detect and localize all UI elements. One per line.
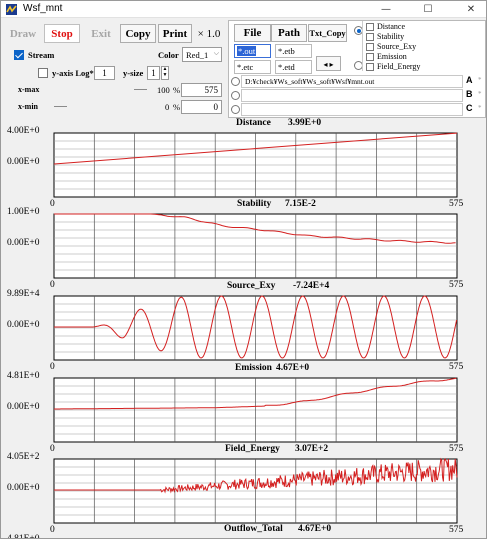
app-icon	[6, 4, 17, 15]
y-size-label: y-size	[123, 68, 144, 78]
signal-checkbox-field-energy[interactable]	[366, 63, 374, 71]
ext-etc-field[interactable]: *.etc	[234, 60, 271, 74]
stream-checkbox[interactable]	[14, 50, 24, 60]
path-star-c: *	[478, 104, 482, 112]
x-max-slider[interactable]	[134, 89, 147, 90]
txt-copy-button[interactable]: Txt_Copy	[308, 24, 347, 42]
ext-etd-field[interactable]: *.etd	[275, 60, 312, 74]
x-max-percent: 100	[157, 85, 170, 95]
ext-out-field[interactable]: *.out	[234, 44, 271, 58]
x-max-label: x-max	[18, 85, 40, 94]
copy-button[interactable]: Copy	[120, 24, 156, 43]
signal-label-emission: Emission	[377, 52, 407, 61]
path-radio-c[interactable]	[231, 105, 240, 114]
maximize-button[interactable]: ☐	[414, 1, 442, 18]
x-max-input[interactable]: 575	[181, 83, 222, 97]
y-axis-log-label: y-axis Log*	[52, 68, 94, 78]
plots-svg	[53, 132, 458, 524]
nav-arrows-button[interactable]: ◂ ▸	[316, 56, 341, 71]
path-radio-a[interactable]	[231, 77, 240, 86]
x-min-percent-unit: %	[173, 102, 181, 112]
stream-label: Stream	[28, 50, 55, 60]
path-letter-c: C	[466, 103, 473, 113]
file-panel: File Path Txt_Copy *.out *.etb *.etc *.e…	[228, 20, 486, 118]
x-min-percent: 0	[165, 102, 170, 112]
path-row-a[interactable]: D:¥check¥Ws_soft¥Ws_soft¥Wsf¥mnt.out	[241, 75, 463, 88]
stop-button[interactable]: Stop	[44, 24, 80, 43]
path-radio-b[interactable]	[231, 91, 240, 100]
signal-checkbox-emission[interactable]	[366, 53, 374, 61]
path-letter-b: B	[466, 89, 473, 99]
signal-checkbox-distance[interactable]	[366, 23, 374, 31]
signal-checkbox-source-exy[interactable]	[366, 43, 374, 51]
y-axis-log-checkbox[interactable]	[38, 68, 48, 78]
color-select[interactable]: Red_1 ⌵	[182, 47, 222, 62]
title-bar: Wsf_mnt — ☐ ✕	[1, 1, 486, 18]
signal-label-field-energy: Field_Energy	[377, 62, 421, 71]
scale-label: × 1.0	[197, 27, 221, 40]
close-button[interactable]: ✕	[457, 1, 485, 18]
plots-area: Distance 3.99E+0 4.00E+0 0.00E+0 0 575 Stabili…	[1, 118, 486, 538]
x-min-input[interactable]: 0	[181, 100, 222, 114]
print-button[interactable]: Print	[158, 24, 192, 43]
x-min-label: x-min	[18, 102, 38, 111]
signal-label-stability: Stability	[377, 32, 405, 41]
y-axis-log-input[interactable]: 1	[94, 66, 115, 80]
exit-button[interactable]: Exit	[83, 24, 119, 43]
ext-etb-field[interactable]: *.etb	[275, 44, 312, 58]
divider	[362, 21, 363, 71]
y-size-input[interactable]: 1	[147, 66, 160, 80]
signal-label-source-exy: Source_Exy	[377, 42, 417, 51]
y-size-spinner[interactable]: ▲ ▼	[161, 66, 169, 80]
chevron-down-icon: ⌵	[213, 49, 219, 57]
minimize-button[interactable]: —	[372, 1, 400, 18]
path-row-c[interactable]	[241, 103, 463, 116]
path-star-b: *	[478, 90, 482, 98]
x-min-slider[interactable]	[54, 106, 67, 107]
file-button[interactable]: File	[234, 24, 271, 42]
color-label: Color	[158, 50, 179, 60]
color-select-value: Red_1	[186, 49, 209, 60]
signal-label-distance: Distance	[377, 22, 405, 31]
path-button[interactable]: Path	[271, 24, 307, 42]
main-window: Wsf_mnt — ☐ ✕ Draw Stop Exit Copy Print …	[0, 0, 487, 539]
window-title: Wsf_mnt	[23, 3, 63, 14]
path-star-a: *	[478, 76, 482, 84]
draw-button[interactable]: Draw	[5, 24, 41, 43]
x-max-percent-unit: %	[173, 85, 181, 95]
signal-checkbox-stability[interactable]	[366, 33, 374, 41]
path-letter-a: A	[466, 75, 473, 85]
path-row-b[interactable]	[241, 89, 463, 102]
